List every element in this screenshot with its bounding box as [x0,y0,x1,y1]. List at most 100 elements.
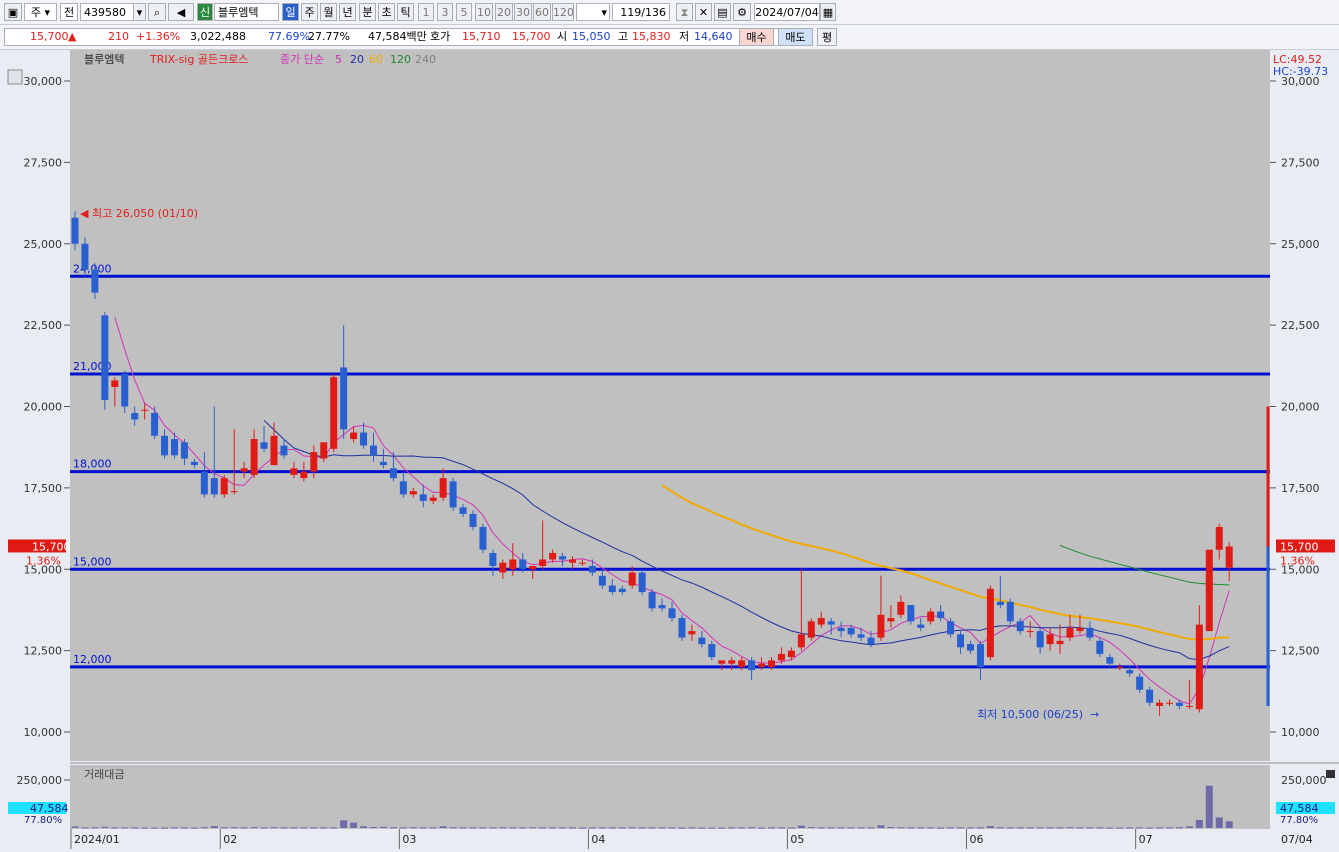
settings-gear-icon[interactable]: ⚙ [733,3,751,21]
custom-interval-select[interactable]: ▾ [576,3,610,21]
candle-body [1215,526,1223,550]
save-icon[interactable]: ▤ [714,3,731,21]
candle-body [1006,601,1014,622]
candle-body [409,491,417,495]
minute-1-button[interactable]: 1 [418,3,434,21]
zoom-icon[interactable]: ⧗ [676,3,693,21]
candle-body [688,631,696,635]
candle-body [161,435,169,456]
candle-body [877,614,885,638]
minute-30-button[interactable]: 30 [514,3,532,21]
candle-body [190,461,198,466]
candle-body [967,644,974,651]
y-tick-label-right: 27,500 [1281,156,1320,169]
stock-name-field[interactable]: 블루엠텍 [214,3,279,21]
period-second-button[interactable]: 초 [378,3,395,21]
volume-bar [857,827,865,829]
candle-body [499,562,507,573]
volume-bar [290,827,298,829]
volume-bar [827,827,835,829]
search-icon: ⌕ [153,6,161,19]
chevron-down-icon: ▾ [601,6,607,19]
candle-body [897,601,905,615]
count-field[interactable]: 119/136 [612,3,670,21]
candle-body [200,471,208,495]
candle-body [777,653,785,661]
high-label: 고 [618,30,629,43]
candle-body [141,409,149,411]
candle-body [260,442,268,449]
x-tick-label: 05 [790,833,804,846]
candle-body [270,435,278,466]
volume-bar [310,827,318,829]
minute-60-button[interactable]: 60 [533,3,551,21]
candlestick-chart[interactable]: 30,000 30,00027,500 27,50025,000 25,00022,5… [0,50,1339,849]
candle-body [738,660,746,667]
volume-bar [638,827,646,829]
candle-body [559,556,567,560]
volume-bar [708,827,716,829]
volume-bar [111,827,119,829]
minute-5-button[interactable]: 5 [456,3,472,21]
end-date-label: 07/04 [1281,833,1313,846]
current-price: 15,700 [30,30,69,43]
search-button[interactable]: ⌕ [148,3,166,21]
chart-panel[interactable]: 30,000 30,000 27,500 27,500 25,000 25,000 22,5… [0,50,1339,849]
candle-body [171,439,178,456]
volume-bar [996,827,1004,829]
candle-body [330,377,338,449]
period-month-button[interactable]: 월 [320,3,337,21]
candle-body [489,552,497,566]
code-dropdown-button[interactable]: ▾ [133,3,146,21]
minute-20-button[interactable]: 20 [495,3,513,21]
candle-body [1116,666,1124,668]
volume-bar [121,827,129,829]
crosshair-icon[interactable]: ✕ [695,3,712,21]
x-tick-label: 2024/01 [74,833,120,846]
level-line-label: 15,000 [73,555,112,568]
volume-bar [230,827,238,829]
candle-body [867,637,875,645]
candle-body [1205,549,1213,632]
speaker-icon: ◀ [176,6,186,19]
candle-body [290,468,298,475]
candle-body [718,660,726,664]
sell-button[interactable]: 매도 [778,28,813,46]
legend-ma-120: 120 [390,53,411,66]
candle-body [837,627,845,632]
volume-pct-right: 77.80% [1280,815,1318,826]
market-select[interactable]: 주 ▾ [24,3,57,21]
eval-button[interactable]: 평 [817,28,837,46]
period-week-button[interactable]: 주 [301,3,318,21]
volume-bar [91,827,99,829]
y-tick-label-right: 25,000 [1281,238,1320,251]
volume-bar [877,825,885,828]
candle-body [210,478,218,495]
panel-menu-icon [7,69,23,85]
volume-bar [947,827,955,829]
period-day-button[interactable]: 일 [282,3,299,21]
sound-button[interactable]: ◀ [168,3,194,21]
date-input[interactable]: 2024/07/04 [754,3,820,21]
volume-bar [151,827,159,829]
candle-body [907,605,915,622]
period-tick-button[interactable]: 틱 [397,3,414,21]
volume-value: 3,022,488 [190,30,246,43]
period-minute-button[interactable]: 분 [359,3,376,21]
minute-3-button[interactable]: 3 [437,3,453,21]
calendar-icon[interactable]: ▦ [820,3,836,21]
volume-bar [1166,827,1173,829]
volume-bar [817,827,825,829]
y-tick-label-right: 12,500 [1281,645,1320,658]
window-icon[interactable]: ▣ [4,3,22,21]
volume-bar [569,827,576,829]
volume-bar [1215,817,1223,828]
volume-bar [658,827,666,829]
candle-body [1185,705,1193,707]
volume-bar [81,827,89,829]
minute-10-button[interactable]: 10 [475,3,493,21]
minute-120-button[interactable]: 120 [552,3,574,21]
buy-button[interactable]: 매수 [739,28,774,46]
period-year-button[interactable]: 년 [339,3,356,21]
price-type-select[interactable]: 전 [60,3,78,21]
